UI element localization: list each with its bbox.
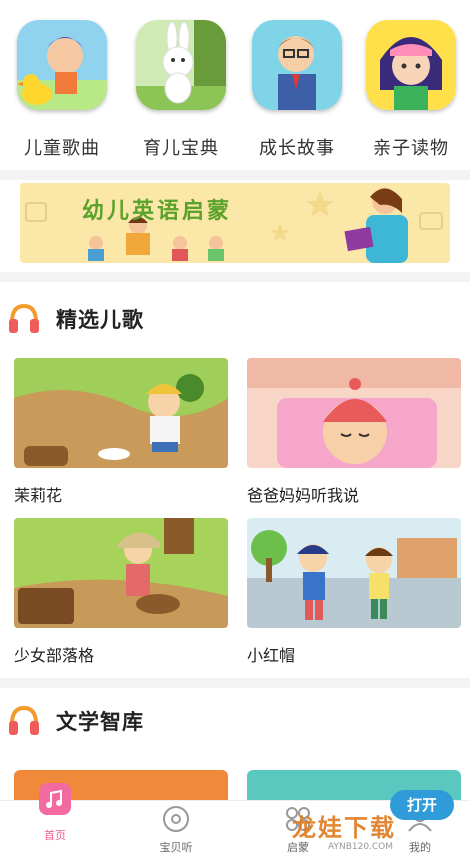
song-title: 少女部落格 [14, 646, 95, 665]
girl-reader-icon [366, 20, 456, 110]
song-card[interactable]: 茉莉花 [14, 358, 228, 506]
category-kids-songs[interactable]: 儿童歌曲 [14, 20, 110, 160]
category-label: 亲子读物 [373, 138, 449, 159]
disc-icon [163, 806, 189, 832]
rabbit-icon [136, 20, 226, 110]
duck-kid-icon [17, 20, 107, 110]
divider [0, 678, 470, 688]
english-banner[interactable]: 幼儿英语启蒙 [20, 183, 450, 263]
section-title: 文学智库 [56, 710, 144, 734]
category-family-reading[interactable]: 亲子读物 [363, 20, 459, 160]
song-thumbnail [14, 358, 228, 468]
tab-home[interactable]: 首页 [15, 783, 95, 843]
home-icon [39, 783, 71, 815]
open-button[interactable]: 打开 [390, 790, 454, 820]
headphones-icon [9, 706, 39, 735]
section-title: 精选儿歌 [56, 308, 144, 332]
divider [0, 170, 470, 180]
category-parenting[interactable]: 育儿宝典 [133, 20, 229, 160]
category-label: 育儿宝典 [143, 138, 219, 159]
watermark-logo: 龙娃下载 [292, 814, 396, 842]
song-thumbnail [14, 518, 228, 628]
headphones-icon [9, 304, 39, 333]
tab-label: 首页 [44, 829, 66, 842]
song-card[interactable]: 爸爸妈妈听我说 [247, 358, 461, 506]
watermark-url: AYNB120.COM [328, 842, 394, 852]
song-thumbnail [247, 518, 461, 628]
category-row: 儿童歌曲 育儿宝典 成长故事 亲子读物 [0, 20, 470, 170]
tab-label: 宝贝听 [159, 841, 193, 854]
divider [0, 272, 470, 282]
tab-listen[interactable]: 宝贝听 [136, 805, 216, 855]
song-title: 爸爸妈妈听我说 [247, 486, 360, 505]
category-growth-stories[interactable]: 成长故事 [249, 20, 345, 160]
category-label: 成长故事 [259, 138, 335, 159]
banner-title: 幼儿英语启蒙 [82, 199, 233, 224]
song-title: 小红帽 [247, 646, 296, 665]
song-title: 茉莉花 [14, 486, 63, 505]
song-thumbnail [247, 358, 461, 468]
song-card[interactable]: 小红帽 [247, 518, 461, 666]
category-label: 儿童歌曲 [24, 138, 100, 159]
song-card[interactable]: 少女部落格 [14, 518, 228, 666]
teacher-icon [252, 20, 342, 110]
